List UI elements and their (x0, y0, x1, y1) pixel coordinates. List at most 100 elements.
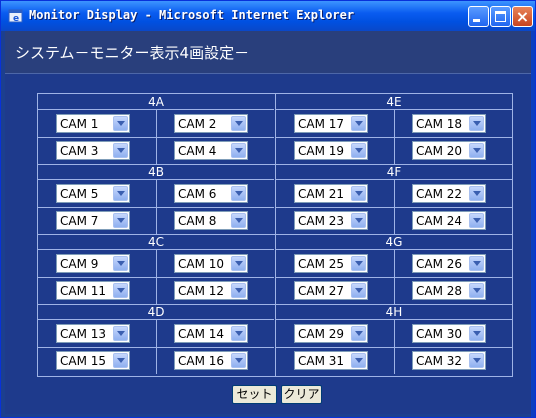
svg-text:e: e (13, 14, 19, 24)
chevron-down-icon[interactable] (231, 143, 246, 158)
camera-select[interactable]: CAM 7 (56, 211, 130, 230)
chevron-down-icon[interactable] (469, 116, 484, 131)
chevron-down-icon[interactable] (351, 213, 366, 228)
chevron-down-icon[interactable] (231, 326, 246, 341)
camera-select[interactable]: CAM 21 (294, 184, 368, 203)
chevron-down-icon[interactable] (351, 283, 366, 298)
camera-select-value: CAM 3 (60, 144, 99, 158)
chevron-down-icon[interactable] (351, 186, 366, 201)
row-divider (276, 347, 512, 348)
chevron-down-icon[interactable] (113, 353, 128, 368)
chevron-down-icon[interactable] (351, 256, 366, 271)
camera-select-value: CAM 24 (416, 214, 463, 228)
camera-select[interactable]: CAM 32 (412, 351, 486, 370)
column-divider (275, 94, 276, 376)
clear-button[interactable]: クリア (281, 385, 322, 404)
camera-select[interactable]: CAM 5 (56, 184, 130, 203)
camera-cell: CAM 3 (38, 137, 156, 164)
chevron-down-icon[interactable] (351, 143, 366, 158)
chevron-down-icon[interactable] (113, 143, 128, 158)
chevron-down-icon[interactable] (231, 256, 246, 271)
chevron-down-icon[interactable] (231, 186, 246, 201)
chevron-down-icon[interactable] (469, 186, 484, 201)
chevron-down-icon[interactable] (231, 116, 246, 131)
browser-window: e Monitor Display - Microsoft Internet E… (0, 0, 536, 418)
camera-select[interactable]: CAM 19 (294, 141, 368, 160)
chevron-down-icon[interactable] (231, 213, 246, 228)
camera-select[interactable]: CAM 10 (174, 254, 248, 273)
group-header: 4G (276, 234, 512, 250)
camera-select[interactable]: CAM 9 (56, 254, 130, 273)
camera-select[interactable]: CAM 1 (56, 114, 130, 133)
camera-select-value: CAM 17 (298, 117, 345, 131)
camera-select[interactable]: CAM 3 (56, 141, 130, 160)
chevron-down-icon[interactable] (231, 283, 246, 298)
camera-select-value: CAM 9 (60, 257, 99, 271)
camera-select[interactable]: CAM 27 (294, 281, 368, 300)
camera-cell: CAM 17 (276, 110, 394, 137)
camera-cell: CAM 29 (276, 320, 394, 347)
chevron-down-icon[interactable] (469, 283, 484, 298)
chevron-down-icon[interactable] (469, 143, 484, 158)
chevron-down-icon[interactable] (351, 326, 366, 341)
camera-cell: CAM 8 (156, 207, 274, 234)
set-button[interactable]: セット (232, 385, 277, 404)
camera-cell: CAM 20 (394, 137, 512, 164)
camera-select[interactable]: CAM 22 (412, 184, 486, 203)
camera-select[interactable]: CAM 25 (294, 254, 368, 273)
group-header: 4E (276, 94, 512, 110)
camera-select[interactable]: CAM 29 (294, 324, 368, 343)
chevron-down-icon[interactable] (113, 256, 128, 271)
chevron-down-icon[interactable] (113, 326, 128, 341)
camera-select[interactable]: CAM 24 (412, 211, 486, 230)
camera-select-value: CAM 18 (416, 117, 463, 131)
group-divider (38, 234, 512, 235)
camera-select[interactable]: CAM 20 (412, 141, 486, 160)
camera-select[interactable]: CAM 16 (174, 351, 248, 370)
camera-cell: CAM 4 (156, 137, 274, 164)
chevron-down-icon[interactable] (113, 116, 128, 131)
camera-select[interactable]: CAM 13 (56, 324, 130, 343)
camera-select[interactable]: CAM 18 (412, 114, 486, 133)
camera-select[interactable]: CAM 15 (56, 351, 130, 370)
camera-select[interactable]: CAM 4 (174, 141, 248, 160)
minimize-button[interactable] (468, 6, 489, 27)
camera-select[interactable]: CAM 26 (412, 254, 486, 273)
chevron-down-icon[interactable] (469, 213, 484, 228)
camera-select[interactable]: CAM 28 (412, 281, 486, 300)
camera-select[interactable]: CAM 6 (174, 184, 248, 203)
chevron-down-icon[interactable] (113, 186, 128, 201)
camera-cell: CAM 2 (156, 110, 274, 137)
camera-select[interactable]: CAM 30 (412, 324, 486, 343)
camera-select[interactable]: CAM 12 (174, 281, 248, 300)
camera-select[interactable]: CAM 8 (174, 211, 248, 230)
camera-cell: CAM 1 (38, 110, 156, 137)
camera-select[interactable]: CAM 14 (174, 324, 248, 343)
camera-select[interactable]: CAM 23 (294, 211, 368, 230)
row-divider (38, 277, 274, 278)
maximize-button[interactable] (490, 6, 511, 27)
chevron-down-icon[interactable] (231, 353, 246, 368)
group-header: 4C (38, 234, 274, 250)
chevron-down-icon[interactable] (113, 213, 128, 228)
chevron-down-icon[interactable] (351, 353, 366, 368)
camera-select-value: CAM 14 (178, 327, 225, 341)
camera-cell: CAM 11 (38, 277, 156, 304)
chevron-down-icon[interactable] (469, 353, 484, 368)
title-bar[interactable]: e Monitor Display - Microsoft Internet E… (1, 1, 535, 31)
chevron-down-icon[interactable] (113, 283, 128, 298)
camera-select-value: CAM 31 (298, 354, 345, 368)
chevron-down-icon[interactable] (351, 116, 366, 131)
chevron-down-icon[interactable] (469, 256, 484, 271)
page-title: システム－モニター表示4画設定－ (15, 44, 250, 62)
camera-select[interactable]: CAM 2 (174, 114, 248, 133)
camera-select[interactable]: CAM 11 (56, 281, 130, 300)
chevron-down-icon[interactable] (469, 326, 484, 341)
camera-cell: CAM 19 (276, 137, 394, 164)
group-header: 4F (276, 164, 512, 180)
camera-select[interactable]: CAM 17 (294, 114, 368, 133)
camera-cell: CAM 14 (156, 320, 274, 347)
camera-select[interactable]: CAM 31 (294, 351, 368, 370)
close-button[interactable]: × (512, 6, 533, 27)
camera-select-value: CAM 23 (298, 214, 345, 228)
